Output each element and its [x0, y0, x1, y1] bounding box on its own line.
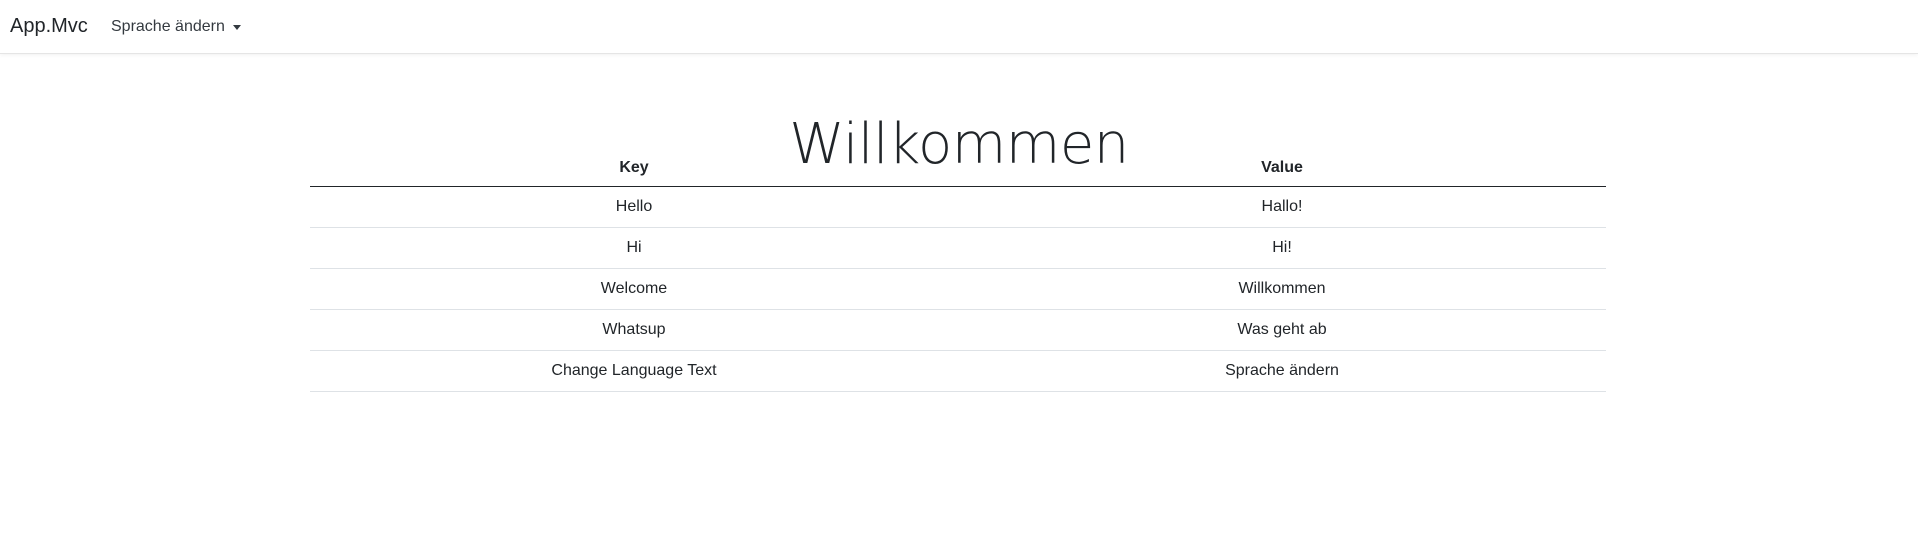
table-cell-key: Change Language Text: [310, 350, 958, 392]
table-cell-value: Hallo!: [958, 186, 1606, 228]
table-cell-value: Was geht ab: [958, 309, 1606, 351]
column-header-value: Value: [958, 150, 1606, 187]
chevron-down-icon: [232, 25, 241, 30]
table-cell-key: Welcome: [310, 268, 958, 310]
table-cell-key: Whatsup: [310, 309, 958, 351]
table-row: Whatsup Was geht ab: [310, 309, 1606, 351]
column-header-key: Key: [310, 150, 958, 187]
brand-link[interactable]: App.Mvc: [10, 13, 88, 39]
translation-table: Key Value Hello Hallo! Hi Hi! Welcome Wi…: [310, 150, 1606, 392]
table-row: Welcome Willkommen: [310, 268, 1606, 310]
table-cell-value: Willkommen: [958, 268, 1606, 310]
table-row: Change Language Text Sprache ändern: [310, 350, 1606, 392]
table-cell-key: Hello: [310, 186, 958, 228]
table-header-row: Key Value: [310, 150, 1606, 187]
table-row: Hi Hi!: [310, 227, 1606, 269]
table-row: Hello Hallo!: [310, 186, 1606, 228]
language-dropdown[interactable]: Sprache ändern: [111, 16, 241, 38]
table-cell-value: Sprache ändern: [958, 350, 1606, 392]
language-dropdown-label: Sprache ändern: [111, 18, 225, 35]
table-cell-key: Hi: [310, 227, 958, 269]
navbar: App.Mvc Sprache ändern: [0, 0, 1918, 54]
table-cell-value: Hi!: [958, 227, 1606, 269]
